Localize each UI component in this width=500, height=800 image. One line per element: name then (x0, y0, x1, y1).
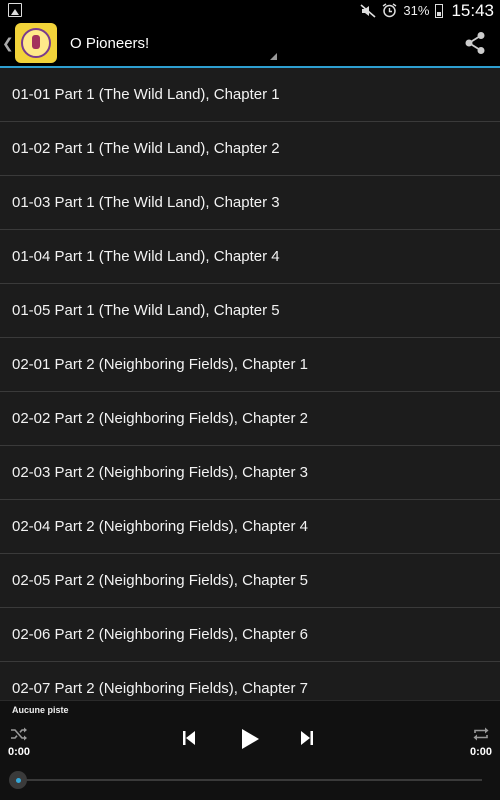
next-track-icon[interactable] (300, 730, 314, 746)
logo-seal-icon (21, 28, 51, 58)
repeat-icon[interactable] (472, 727, 490, 741)
chapter-row[interactable]: 02-04 Part 2 (Neighboring Fields), Chapt… (0, 500, 500, 554)
chapter-row[interactable]: 02-01 Part 2 (Neighboring Fields), Chapt… (0, 338, 500, 392)
shuffle-icon[interactable] (10, 727, 28, 741)
battery-percent: 31% (403, 3, 430, 18)
previous-track-icon[interactable] (182, 730, 196, 746)
alarm-icon (383, 3, 397, 18)
battery-icon (435, 3, 444, 18)
chapter-row[interactable]: 01-03 Part 1 (The Wild Land), Chapter 3 (0, 176, 500, 230)
action-bar: ❮ O Pioneers! (0, 21, 500, 68)
track-label: Aucune piste (12, 705, 69, 715)
total-duration: 0:00 (469, 746, 492, 758)
seek-thumb[interactable] (9, 771, 27, 789)
chapter-row[interactable]: 01-01 Part 1 (The Wild Land), Chapter 1 (0, 68, 500, 122)
chapter-row[interactable]: 02-03 Part 2 (Neighboring Fields), Chapt… (0, 446, 500, 500)
share-icon[interactable] (464, 31, 486, 55)
chapter-row[interactable]: 02-06 Part 2 (Neighboring Fields), Chapt… (0, 608, 500, 662)
chapter-list[interactable]: 01-01 Part 1 (The Wild Land), Chapter 1 … (0, 68, 500, 700)
chapter-row[interactable]: 01-02 Part 1 (The Wild Land), Chapter 2 (0, 122, 500, 176)
chapter-row[interactable]: 02-02 Part 2 (Neighboring Fields), Chapt… (0, 392, 500, 446)
player-bar: Aucune piste 0:00 0:00 (0, 700, 500, 800)
chapter-row[interactable]: 02-05 Part 2 (Neighboring Fields), Chapt… (0, 554, 500, 608)
spinner-indicator-icon (270, 53, 277, 60)
elapsed-time: 0:00 (8, 746, 31, 758)
chapter-row[interactable]: 01-04 Part 1 (The Wild Land), Chapter 4 (0, 230, 500, 284)
chapter-row[interactable]: 01-05 Part 1 (The Wild Land), Chapter 5 (0, 284, 500, 338)
book-title-spinner[interactable]: O Pioneers! (70, 35, 149, 52)
seek-bar[interactable] (20, 779, 482, 781)
back-caret-icon[interactable]: ❮ (2, 35, 14, 52)
chapter-row[interactable]: 02-07 Part 2 (Neighboring Fields), Chapt… (0, 662, 500, 700)
seek-thumb-dot (15, 777, 21, 783)
play-icon[interactable] (240, 728, 260, 750)
clock: 15:43 (451, 0, 494, 20)
mute-icon (360, 3, 376, 18)
app-logo[interactable] (15, 23, 57, 63)
image-notification-icon (8, 3, 22, 17)
status-bar: 31% 15:43 (0, 0, 500, 21)
status-indicators: 31% 15:43 (360, 0, 494, 21)
